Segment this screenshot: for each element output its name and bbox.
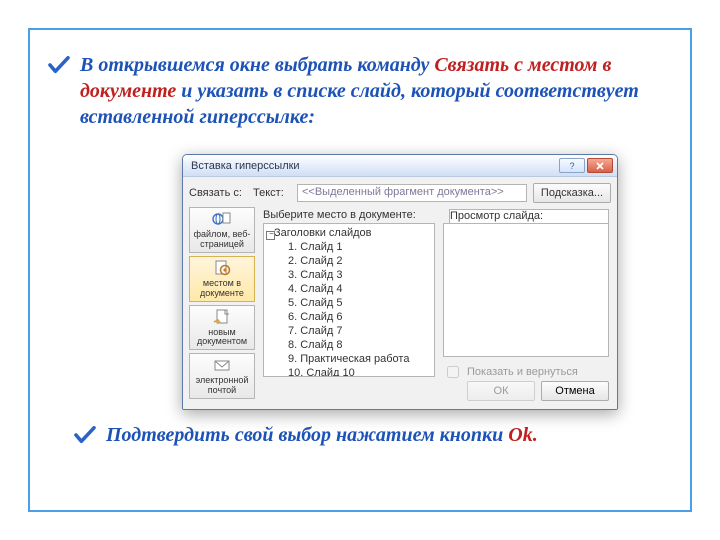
collapse-icon[interactable]: − xyxy=(267,229,276,238)
sidebar-item-label: местом в документе xyxy=(192,279,252,299)
document-place-tree[interactable]: − Заголовки слайдов 1. Слайд 1 2. Слайд … xyxy=(263,223,435,377)
instruction-1: В открывшемся окне выбрать команду Связа… xyxy=(30,52,690,130)
checkmark-icon xyxy=(48,56,70,74)
show-and-return-checkbox[interactable] xyxy=(447,366,459,378)
checkmark-icon xyxy=(74,426,96,444)
link-with-label: Связать с: xyxy=(189,187,247,199)
new-document-icon xyxy=(211,308,233,326)
slide-preview-pane xyxy=(443,223,609,357)
instr2-b: Ok. xyxy=(508,424,537,446)
tree-item[interactable]: 2. Слайд 2 xyxy=(288,254,430,268)
instruction-2: Подтвердить свой выбор нажатием кнопки O… xyxy=(30,422,690,448)
dialog-top-row: Связать с: Текст: <<Выделенный фрагмент … xyxy=(189,183,611,203)
show-and-return-row: Показать и вернуться xyxy=(443,363,578,381)
tree-item[interactable]: 10. Слайд 10 xyxy=(288,366,430,377)
ok-button[interactable]: ОК xyxy=(467,381,535,401)
tree-item[interactable]: 3. Слайд 3 xyxy=(288,268,430,282)
sidebar-item-label: электронной почтой xyxy=(192,376,252,396)
tree-item[interactable]: 7. Слайд 7 xyxy=(288,324,430,338)
svg-text:?: ? xyxy=(569,161,574,171)
tree-item[interactable]: 4. Слайд 4 xyxy=(288,282,430,296)
tree-item[interactable]: 6. Слайд 6 xyxy=(288,310,430,324)
tree-item[interactable]: 1. Слайд 1 xyxy=(288,240,430,254)
tree-children: 1. Слайд 1 2. Слайд 2 3. Слайд 3 4. Слай… xyxy=(268,240,430,377)
sidebar-item-new-doc[interactable]: новым документом xyxy=(189,305,255,351)
place-in-document-icon xyxy=(211,259,233,277)
link-to-sidebar: файлом, веб-страницей местом в документе… xyxy=(189,207,255,375)
text-display-field[interactable]: <<Выделенный фрагмент документа>> xyxy=(297,184,527,202)
tree-root[interactable]: − Заголовки слайдов xyxy=(268,226,430,240)
tree-item[interactable]: 8. Слайд 8 xyxy=(288,338,430,352)
tree-root-label: Заголовки слайдов xyxy=(274,227,372,239)
tree-item[interactable]: 5. Слайд 5 xyxy=(288,296,430,310)
instr1-a: В открывшемся окне выбрать команду xyxy=(80,54,434,76)
dialog-button-row: ОК Отмена xyxy=(467,381,609,401)
slide-stage: В открывшемся окне выбрать команду Связа… xyxy=(0,0,720,540)
globe-file-icon xyxy=(211,210,233,228)
instruction-2-text: Подтвердить свой выбор нажатием кнопки O… xyxy=(106,422,538,448)
slide-frame: В открывшемся окне выбрать команду Связа… xyxy=(28,28,692,512)
window-close-button[interactable] xyxy=(587,158,613,173)
sidebar-item-file-web[interactable]: файлом, веб-страницей xyxy=(189,207,255,253)
sidebar-item-label: новым документом xyxy=(192,328,252,348)
sidebar-item-email[interactable]: электронной почтой xyxy=(189,353,255,399)
instr2-a: Подтвердить свой выбор нажатием кнопки xyxy=(106,424,508,446)
window-help-button[interactable]: ? xyxy=(559,158,585,173)
sidebar-item-place-in-doc[interactable]: местом в документе xyxy=(189,256,255,302)
show-and-return-label: Показать и вернуться xyxy=(467,366,578,378)
choose-place-label: Выберите место в документе: xyxy=(263,209,416,221)
sidebar-item-label: файлом, веб-страницей xyxy=(192,230,252,250)
text-label: Текст: xyxy=(253,187,291,199)
tooltip-button[interactable]: Подсказка... xyxy=(533,183,611,203)
dialog-title: Вставка гиперссылки xyxy=(191,160,300,172)
window-buttons: ? xyxy=(559,158,613,173)
email-icon xyxy=(211,356,233,374)
dialog-titlebar[interactable]: Вставка гиперссылки ? xyxy=(183,155,617,177)
dialog-body: Связать с: Текст: <<Выделенный фрагмент … xyxy=(183,177,617,409)
cancel-button[interactable]: Отмена xyxy=(541,381,609,401)
tree-item[interactable]: 9. Практическая работа xyxy=(288,352,430,366)
instruction-1-text: В открывшемся окне выбрать команду Связа… xyxy=(80,52,672,130)
insert-hyperlink-dialog: Вставка гиперссылки ? Связать с: Текст: … xyxy=(182,154,618,410)
